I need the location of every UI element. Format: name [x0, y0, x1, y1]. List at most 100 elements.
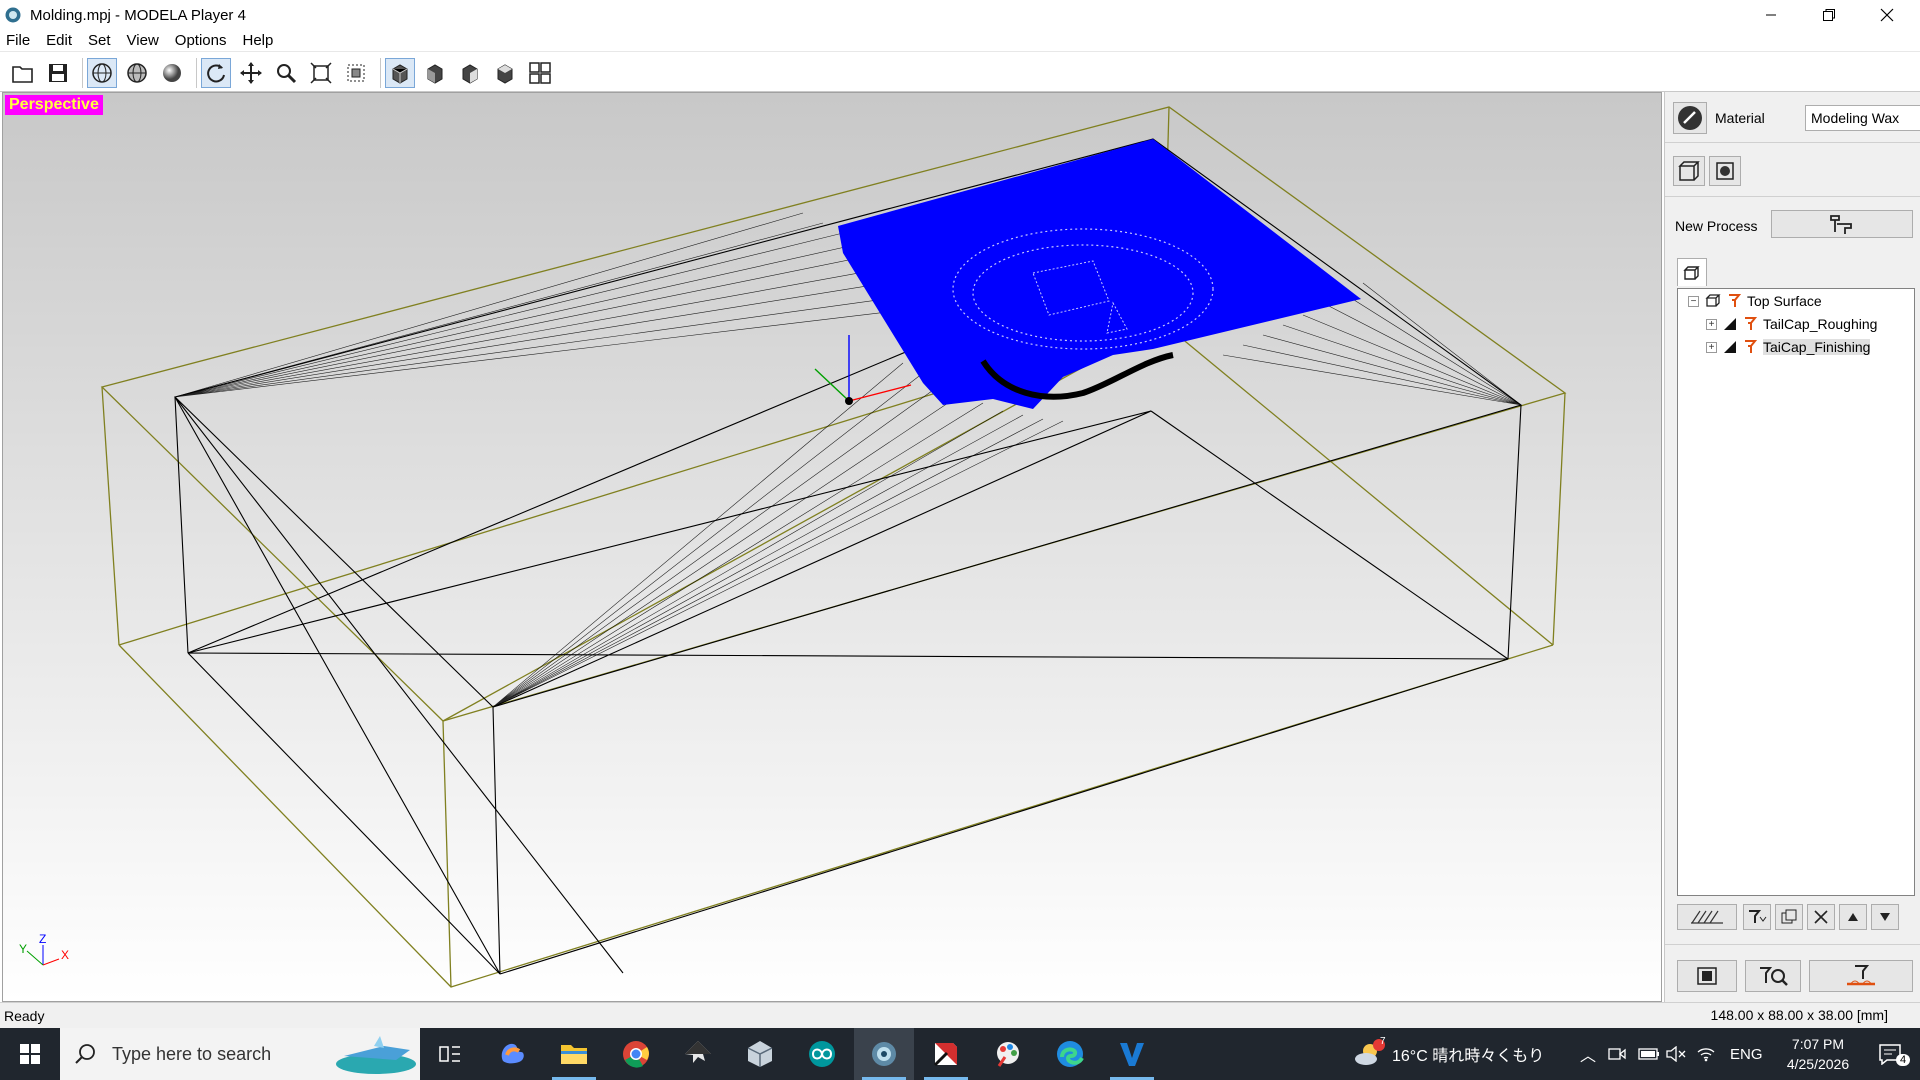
roughing-icon	[1724, 318, 1736, 330]
copilot-icon[interactable]	[482, 1028, 542, 1080]
modela-player-icon[interactable]	[854, 1028, 914, 1080]
view-side-icon[interactable]	[455, 58, 485, 88]
rotate-icon[interactable]	[201, 57, 231, 88]
menu-file[interactable]: File	[6, 32, 30, 49]
clock-date: 4/25/2026	[1786, 1056, 1850, 1072]
search-placeholder: Type here to search	[112, 1043, 272, 1064]
meet-now-icon[interactable]	[1608, 1028, 1626, 1080]
triad-x-label: X	[61, 948, 69, 962]
pan-icon[interactable]	[236, 58, 266, 88]
toolbar-separator	[82, 57, 83, 88]
edit-process-icon[interactable]	[1743, 904, 1771, 930]
status-bar: Ready 148.00 x 88.00 x 38.00 [mm]	[0, 1002, 1920, 1028]
collapse-icon[interactable]: −	[1688, 295, 1699, 307]
material-select[interactable]: Modeling Wax ⌄	[1805, 105, 1920, 131]
volume-muted-icon[interactable]	[1666, 1028, 1686, 1080]
clock[interactable]: 7:07 PM 4/25/2026	[1770, 1028, 1866, 1080]
process-icon	[1745, 340, 1757, 353]
material-icon[interactable]	[1673, 102, 1707, 134]
arduino-icon[interactable]	[792, 1028, 852, 1080]
expand-icon[interactable]: +	[1706, 341, 1717, 353]
window-title: Molding.mpj - MODELA Player 4	[30, 6, 246, 24]
tree-item-label: TaiCap_Finishing	[1763, 339, 1871, 355]
task-view-icon[interactable]	[420, 1028, 480, 1080]
copy-icon[interactable]	[1775, 904, 1803, 930]
tree-item-top-surface[interactable]: − Top Surface	[1688, 291, 1822, 311]
start-icon[interactable]	[0, 1028, 60, 1080]
process-icon	[1745, 317, 1757, 330]
vpanel-icon[interactable]	[1102, 1028, 1162, 1080]
triad-z-label: Z	[39, 932, 46, 946]
model-icon	[1705, 294, 1721, 307]
finishing-icon	[1724, 341, 1736, 353]
toolbar	[0, 54, 1920, 92]
open-icon[interactable]	[8, 58, 38, 88]
taskbar-search[interactable]: Type here to search	[60, 1028, 420, 1080]
close-icon[interactable]	[1858, 0, 1916, 30]
inkscape-icon[interactable]	[668, 1028, 728, 1080]
restore-icon[interactable]	[1800, 0, 1858, 30]
app-icon	[5, 7, 21, 23]
move-down-icon[interactable]	[1871, 904, 1899, 930]
material-value: Modeling Wax	[1811, 110, 1900, 126]
menu-view[interactable]: View	[127, 32, 159, 49]
toolbar-separator	[196, 57, 197, 88]
wifi-icon[interactable]	[1696, 1028, 1716, 1080]
app-red-icon[interactable]	[916, 1028, 976, 1080]
milling-surface	[838, 139, 1361, 409]
weather-text: 16°C 晴れ時々くもり	[1392, 1048, 1545, 1065]
weather-widget[interactable]: 7 16°C 晴れ時々くもり	[1352, 1028, 1544, 1080]
title-bar: Molding.mpj - MODELA Player 4	[0, 0, 1920, 30]
material-label: Material	[1715, 110, 1765, 126]
dimensions-readout: 148.00 x 88.00 x 38.00 [mm]	[1710, 1007, 1888, 1023]
zoom-icon[interactable]	[271, 58, 301, 88]
language-indicator[interactable]: ENG	[1730, 1028, 1763, 1080]
menu-edit[interactable]: Edit	[46, 32, 72, 49]
tree-item-roughing[interactable]: + TailCap_Roughing	[1706, 314, 1877, 334]
menu-set[interactable]: Set	[88, 32, 111, 49]
edge-icon[interactable]	[1040, 1028, 1100, 1080]
notification-icon[interactable]: 4	[1868, 1028, 1912, 1080]
mesh-wireframe	[173, 138, 1523, 975]
menu-options[interactable]: Options	[175, 32, 227, 49]
tree-item-finishing[interactable]: + TaiCap_Finishing	[1706, 337, 1871, 357]
model-canvas: Z X Y	[19, 106, 1567, 988]
path-preview-button[interactable]	[1677, 904, 1737, 930]
tray-chevron-up-icon[interactable]: ︿	[1580, 1028, 1596, 1080]
3d-viewport[interactable]: Perspective Z X Y	[2, 92, 1662, 1002]
model-icon[interactable]	[1673, 156, 1705, 186]
3d-viewer-icon[interactable]	[730, 1028, 790, 1080]
save-icon[interactable]	[43, 58, 73, 88]
stock-icon[interactable]	[1709, 156, 1741, 186]
cut-icon[interactable]	[1809, 960, 1913, 992]
wireframe-icon[interactable]	[87, 57, 117, 88]
view-top-icon[interactable]	[490, 58, 520, 88]
new-process-label: New Process	[1675, 218, 1758, 234]
tree-item-label: TailCap_Roughing	[1763, 316, 1878, 332]
minimize-icon[interactable]	[1742, 0, 1800, 30]
battery-icon[interactable]	[1638, 1028, 1660, 1080]
file-explorer-icon[interactable]	[544, 1028, 604, 1080]
zoom-box-icon[interactable]	[341, 58, 371, 88]
process-panel: Material Modeling Wax ⌄ New Process − To…	[1664, 92, 1920, 1002]
app-paint-icon[interactable]	[978, 1028, 1038, 1080]
process-tab-icon[interactable]	[1677, 258, 1707, 286]
view-front-icon[interactable]	[420, 58, 450, 88]
stop-icon[interactable]	[1677, 960, 1737, 992]
fit-icon[interactable]	[306, 58, 336, 88]
view-multi-icon[interactable]	[525, 58, 555, 88]
process-tree: − Top Surface + TailCap_Roughing + TaiCa…	[1677, 288, 1915, 896]
triad-y-label: Y	[19, 942, 27, 956]
new-process-button[interactable]	[1771, 210, 1913, 238]
axis-triad: Z X Y	[19, 932, 69, 966]
expand-icon[interactable]: +	[1706, 318, 1717, 330]
menu-help[interactable]: Help	[243, 32, 274, 49]
shaded-icon[interactable]	[157, 58, 187, 88]
preview-cutting-icon[interactable]	[1745, 960, 1801, 992]
status-text: Ready	[4, 1007, 45, 1024]
ghost-icon[interactable]	[122, 58, 152, 88]
chrome-icon[interactable]	[606, 1028, 666, 1080]
move-up-icon[interactable]	[1839, 904, 1867, 930]
view-perspective-icon[interactable]	[385, 57, 415, 88]
delete-icon[interactable]	[1807, 904, 1835, 930]
